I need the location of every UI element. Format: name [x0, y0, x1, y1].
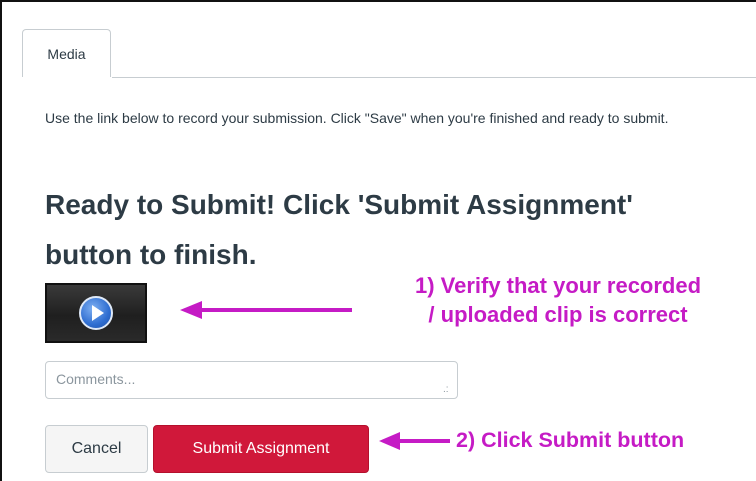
annotation-arrows — [180, 301, 450, 450]
arrow-to-submit — [379, 432, 450, 450]
resize-handle-icon[interactable]: .: — [443, 385, 449, 395]
comments-input[interactable] — [45, 361, 458, 399]
annotation-step1: 1) Verify that your recorded / uploaded … — [368, 271, 748, 329]
annotation-step1-line1: 1) Verify that your recorded — [414, 273, 702, 298]
annotation-step1-line2: / uploaded clip is correct — [428, 302, 688, 327]
annotation-step2: 2) Click Submit button — [456, 428, 685, 452]
cancel-button[interactable]: Cancel — [45, 425, 148, 473]
arrow-to-clip — [180, 301, 352, 319]
submit-assignment-button[interactable]: Submit Assignment — [153, 425, 369, 473]
